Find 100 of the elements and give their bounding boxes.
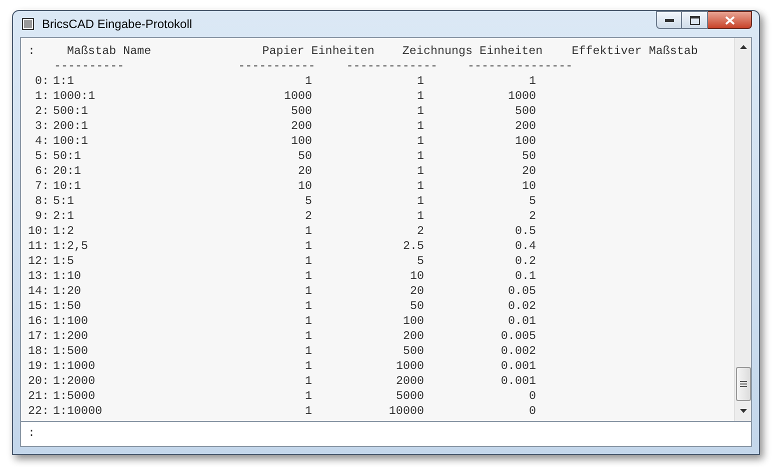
row-index: 2: (34, 104, 49, 119)
scroll-up-icon[interactable] (740, 45, 746, 49)
scale-name: 1:2,5 (53, 239, 90, 254)
drawing-units: 1 (416, 164, 424, 179)
close-icon (724, 16, 734, 24)
row-index: 14: (26, 284, 49, 299)
row-index: 3: (34, 119, 49, 134)
drawing-units: 5000 (394, 389, 424, 404)
scroll-down-icon[interactable] (740, 409, 746, 413)
paper-units: 20 (296, 164, 312, 179)
minimize-icon (664, 18, 674, 22)
row-index: 10: (26, 224, 49, 239)
effective-scale: 0.2 (514, 254, 536, 269)
row-index: 15: (26, 299, 49, 314)
effective-scale: 5 (528, 194, 536, 209)
heading-underline: ---------- (54, 59, 124, 74)
effective-scale: 0.001 (500, 359, 536, 374)
scale-name: 1:200 (53, 329, 90, 344)
row-index: 4: (34, 134, 49, 149)
scale-name: 500:1 (53, 104, 90, 119)
drawing-units: 100 (402, 314, 424, 329)
scale-name: 2:1 (53, 209, 76, 224)
close-button[interactable] (708, 11, 752, 29)
paper-units: 1 (304, 344, 312, 359)
drawing-units: 5 (416, 254, 424, 269)
effective-scale: 100 (514, 134, 536, 149)
grip-icon (740, 381, 746, 387)
scale-name: 1:1 (53, 74, 76, 89)
paper-units: 1 (304, 374, 312, 389)
effective-scale: 20 (520, 164, 536, 179)
drawing-units: 1 (416, 134, 424, 149)
scale-name: 1:1000 (53, 359, 96, 374)
paper-units: 500 (290, 104, 312, 119)
scale-name: 200:1 (53, 119, 90, 134)
row-index: 9: (34, 209, 49, 224)
scrollbar[interactable] (734, 38, 751, 421)
row-index: 8: (34, 194, 49, 209)
drawing-units: 200 (402, 329, 424, 344)
row-index: 22: (26, 404, 49, 419)
prompt-text: : (28, 44, 36, 59)
drawing-units: 10000 (388, 404, 424, 419)
minimize-button[interactable] (656, 11, 682, 29)
row-index: 19: (26, 359, 49, 374)
row-index: 20: (26, 374, 49, 389)
paper-units: 1 (304, 74, 312, 89)
effective-scale: 1000 (506, 89, 536, 104)
effective-scale: 10 (520, 179, 536, 194)
paper-units: 5 (304, 194, 312, 209)
drawing-units: 50 (408, 299, 424, 314)
drawing-units: 2.5 (402, 239, 424, 254)
row-index: 0: (34, 74, 49, 89)
drawing-units: 1000 (394, 359, 424, 374)
effective-scale: 1 (528, 74, 536, 89)
scale-name: 100:1 (53, 134, 90, 149)
scale-name: 1:2 (53, 224, 76, 239)
drawing-units: 1 (416, 104, 424, 119)
row-index: 21: (26, 389, 49, 404)
paper-units: 200 (290, 119, 312, 134)
maximize-button[interactable] (682, 11, 708, 29)
drawing-units: 10 (408, 269, 424, 284)
scale-name: 1:500 (53, 344, 90, 359)
drawing-units: 1 (416, 179, 424, 194)
row-index: 1: (34, 89, 49, 104)
drawing-units: 2 (416, 224, 424, 239)
drawing-units: 1 (416, 119, 424, 134)
heading-underline: ------------- (346, 59, 438, 74)
row-index: 6: (34, 164, 49, 179)
effective-scale: 0.02 (506, 299, 536, 314)
paper-units: 1 (304, 359, 312, 374)
effective-scale: 0.001 (500, 374, 536, 389)
effective-scale: 0 (528, 404, 536, 419)
command-input[interactable]: : (20, 422, 752, 447)
effective-scale: 2 (528, 209, 536, 224)
row-index: 12: (26, 254, 49, 269)
column-heading: Maßstab Name (67, 44, 152, 59)
command-prompt: : (28, 425, 36, 442)
row-index: 18: (26, 344, 49, 359)
paper-units: 50 (296, 149, 312, 164)
paper-units: 1 (304, 329, 312, 344)
effective-scale: 0.005 (500, 329, 536, 344)
scale-name: 1:2000 (53, 374, 96, 389)
row-index: 7: (34, 179, 49, 194)
effective-scale: 200 (514, 119, 536, 134)
scale-name: 5:1 (53, 194, 76, 209)
effective-scale: 0.002 (500, 344, 536, 359)
effective-scale: 0.05 (506, 284, 536, 299)
column-heading: Papier Einheiten (262, 44, 374, 59)
drawing-units: 1 (416, 89, 424, 104)
drawing-units: 1 (416, 149, 424, 164)
effective-scale: 0 (528, 389, 536, 404)
effective-scale: 500 (514, 104, 536, 119)
scale-name: 1:10 (53, 269, 82, 284)
menu-icon[interactable] (22, 18, 34, 30)
paper-units: 1 (304, 239, 312, 254)
drawing-units: 1 (416, 194, 424, 209)
paper-units: 1 (304, 254, 312, 269)
paper-units: 1 (304, 389, 312, 404)
row-index: 5: (34, 149, 49, 164)
paper-units: 1 (304, 404, 312, 419)
scrollbar-thumb[interactable] (736, 367, 750, 401)
